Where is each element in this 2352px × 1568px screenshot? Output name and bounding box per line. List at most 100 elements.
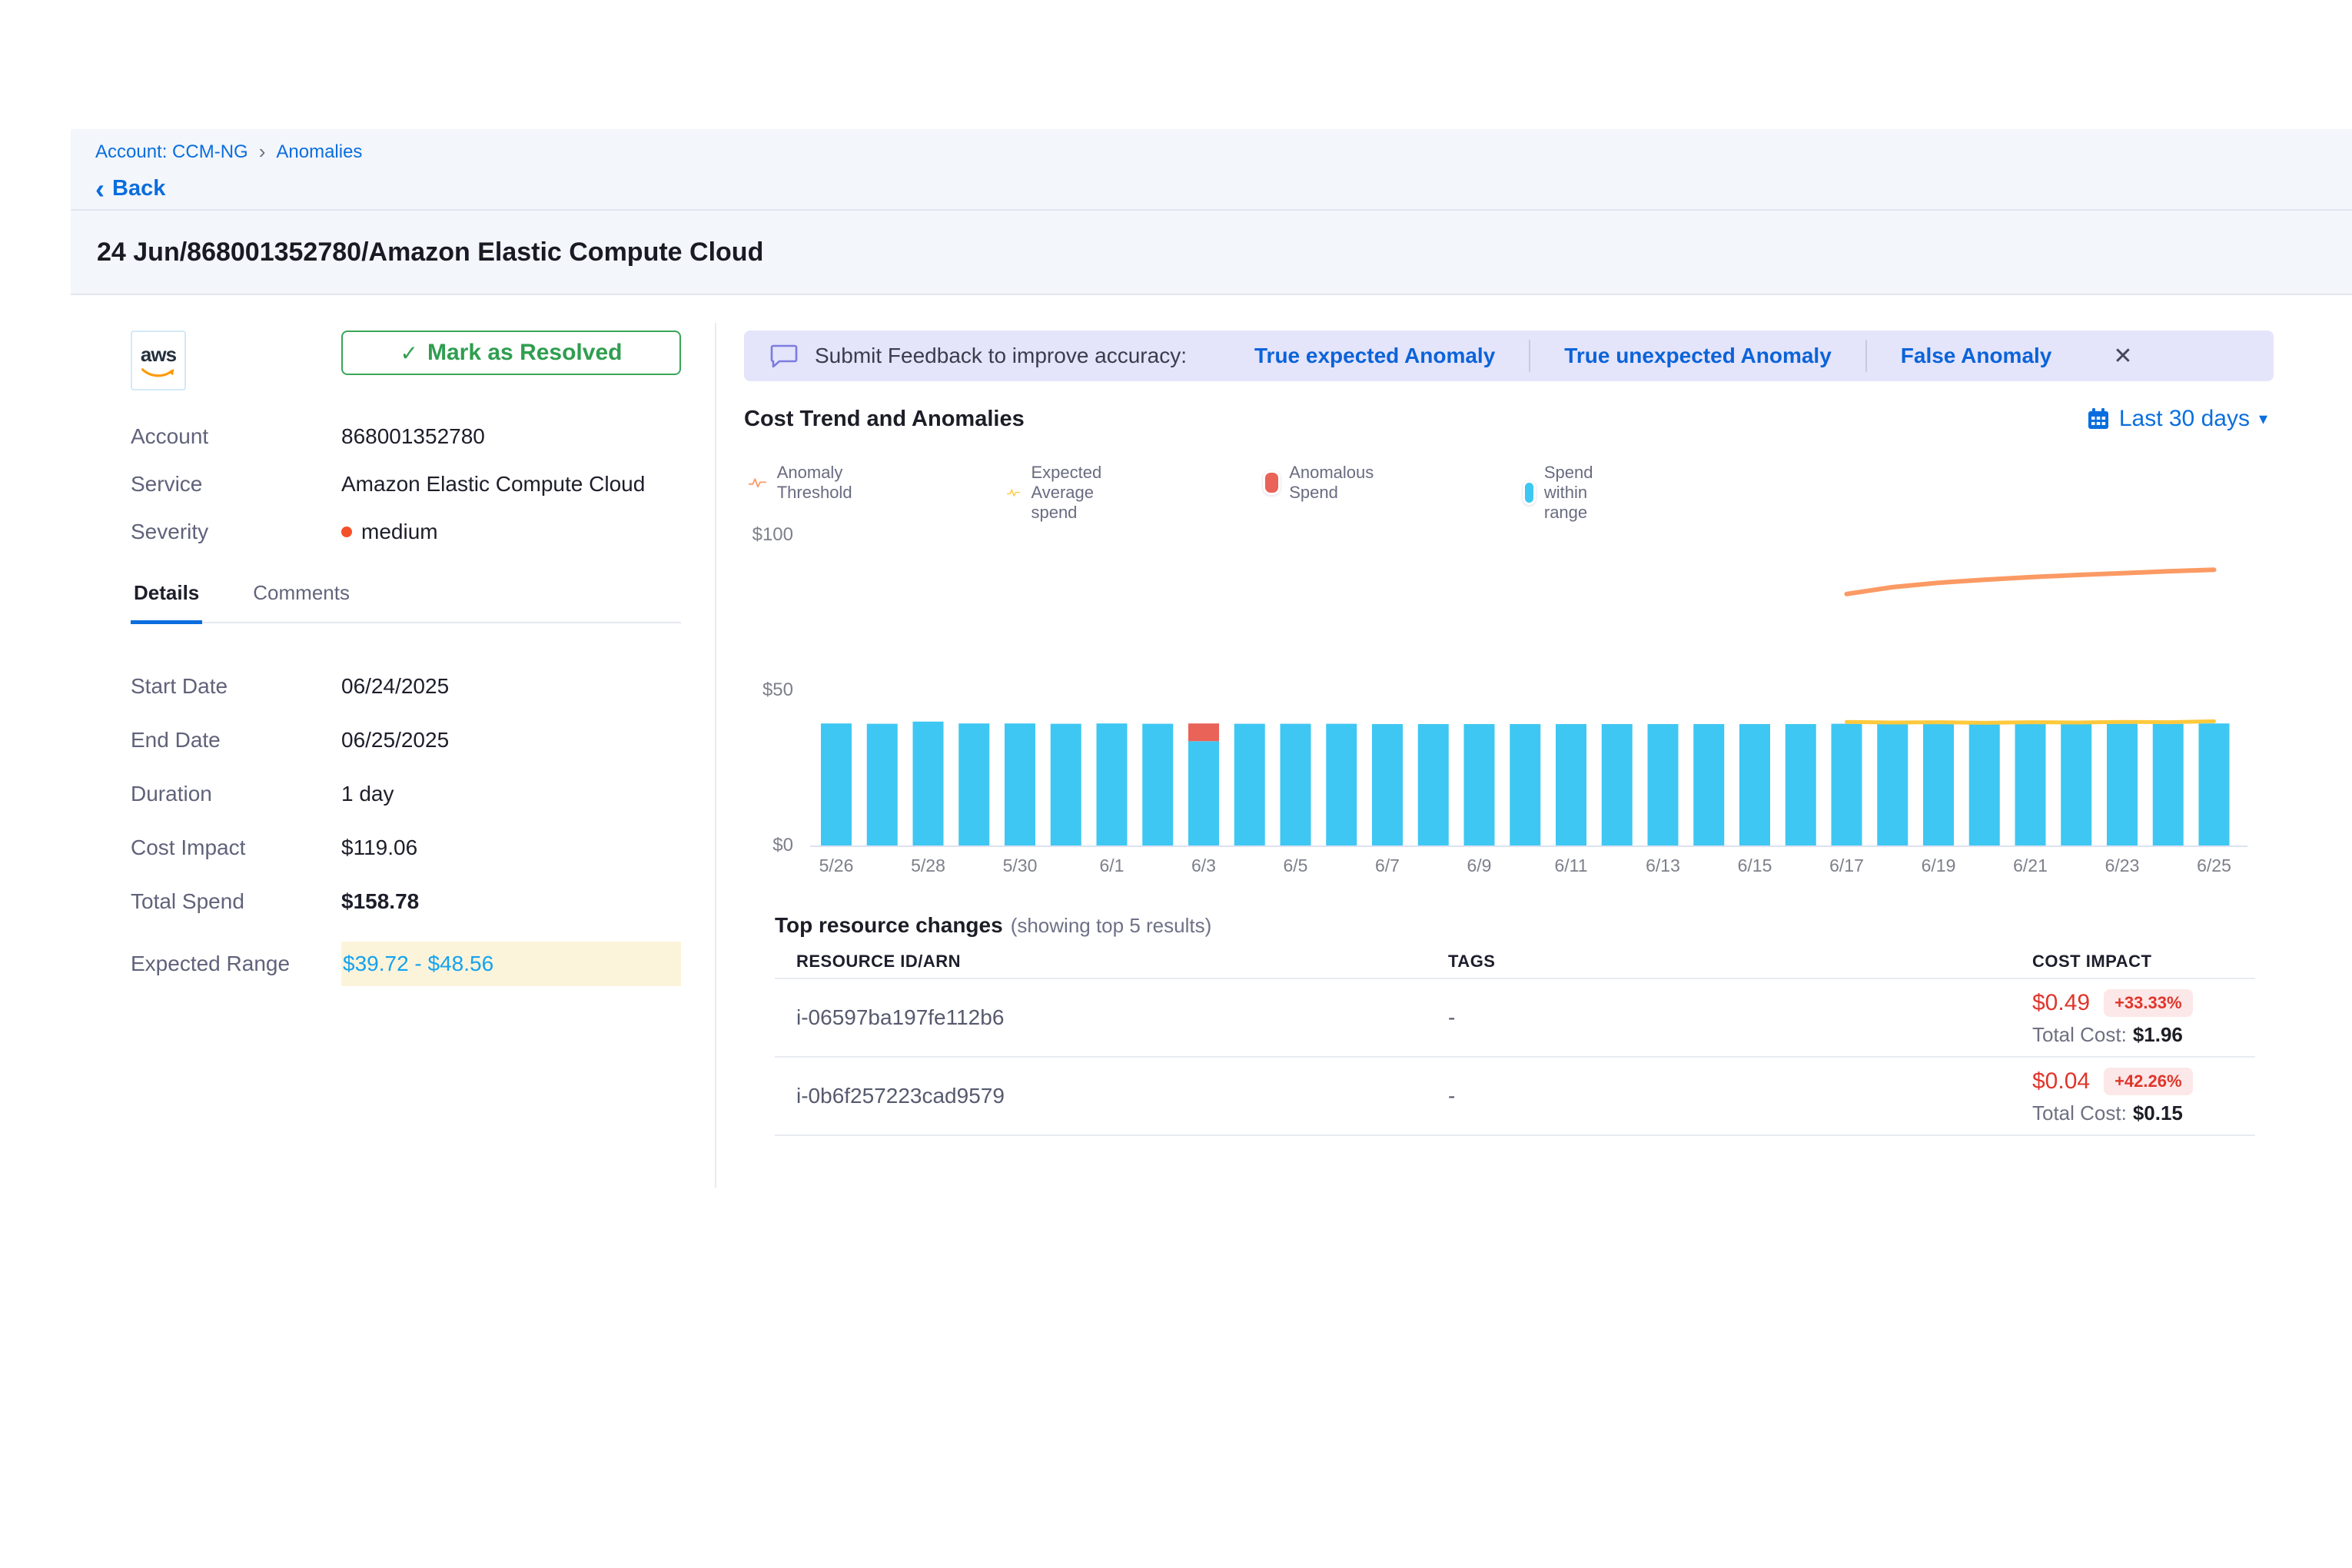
impact-value: $0.49 <box>2032 990 2090 1016</box>
resource-id: i-0b6f257223cad9579 <box>796 1084 1448 1108</box>
x-tick-6/13: 6/13 <box>1646 855 1680 875</box>
breadcrumb-chevron-icon: › <box>259 140 266 164</box>
bar-6/2[interactable] <box>1142 724 1173 845</box>
detail-expected-range: Expected Range $39.72 - $48.56 <box>131 942 681 986</box>
feedback-true-expected-button[interactable]: True expected Anomaly <box>1221 344 1529 368</box>
breadcrumb-account-link[interactable]: Account: CCM-NG <box>95 141 248 163</box>
resource-cost-impact: $0.04 +42.26% Total Cost:$0.15 <box>2032 1068 2255 1125</box>
table-bottom-divider <box>775 1134 2255 1136</box>
total-cost-value: $1.96 <box>2133 1023 2183 1046</box>
end-date-value: 06/25/2025 <box>341 728 449 752</box>
feedback-true-unexpected-button[interactable]: True unexpected Anomaly <box>1530 344 1865 368</box>
feedback-false-anomaly-button[interactable]: False Anomaly <box>1867 344 2086 368</box>
tab-details[interactable]: Details <box>131 581 202 624</box>
bar-6/8[interactable] <box>1418 724 1449 845</box>
pulse-line-icon <box>1007 483 1020 503</box>
bar-5/31[interactable] <box>1051 724 1081 845</box>
bar-6/5[interactable] <box>1281 724 1311 845</box>
bar-6/16[interactable] <box>1786 724 1816 845</box>
duration-value: 1 day <box>341 782 394 806</box>
bar-5/28[interactable] <box>913 722 944 845</box>
legend-expected-average[interactable]: Expected Average spend <box>1007 463 1118 523</box>
tab-comments[interactable]: Comments <box>250 581 353 622</box>
legend-label: Anomalous Spend <box>1289 463 1380 503</box>
field-severity-label: Severity <box>131 520 341 544</box>
start-date-label: Start Date <box>131 674 341 699</box>
bar-6/11[interactable] <box>1556 724 1586 845</box>
x-tick-5/26: 5/26 <box>819 855 854 875</box>
resource-cost-impact: $0.49 +33.33% Total Cost:$1.96 <box>2032 989 2255 1047</box>
bar-6/14[interactable] <box>1693 724 1724 845</box>
bar-6/12[interactable] <box>1602 724 1633 845</box>
anomaly-detail-main: Submit Feedback to improve accuracy: Tru… <box>744 331 2274 432</box>
total-spend-label: Total Spend <box>131 889 341 914</box>
pulse-line-icon <box>749 473 766 493</box>
x-tick-6/7: 6/7 <box>1375 855 1400 875</box>
y-tick-50: $50 <box>727 679 793 701</box>
bar-6/18[interactable] <box>1877 724 1908 845</box>
anomaly-bar-6/3[interactable] <box>1188 723 1219 741</box>
date-range-label: Last 30 days <box>2119 406 2250 432</box>
bar-6/9[interactable] <box>1464 724 1495 845</box>
bar-6/15[interactable] <box>1739 724 1770 845</box>
page-title: 24 Jun/868001352780/Amazon Elastic Compu… <box>71 211 2352 295</box>
x-tick-6/17: 6/17 <box>1829 855 1864 875</box>
bar-6/22[interactable] <box>2061 724 2091 845</box>
mark-as-resolved-button[interactable]: ✓ Mark as Resolved <box>341 331 681 375</box>
x-tick-6/3: 6/3 <box>1191 855 1216 875</box>
bar-6/3[interactable] <box>1188 741 1219 845</box>
bar-6/17[interactable] <box>1832 724 1862 845</box>
impact-value: $0.04 <box>2032 1068 2090 1095</box>
field-account: Account 868001352780 <box>131 424 681 449</box>
legend-anomaly-threshold[interactable]: Anomaly Threshold <box>749 463 864 503</box>
bar-6/4[interactable] <box>1234 724 1265 845</box>
page-header: Account: CCM-NG › Anomalies ‹ Back 24 Ju… <box>71 129 2352 295</box>
aws-logo: aws <box>131 331 186 390</box>
resources-subtitle: (showing top 5 results) <box>1011 914 1212 937</box>
breadcrumb-anomalies-link[interactable]: Anomalies <box>276 141 362 163</box>
y-tick-100: $100 <box>727 524 793 546</box>
date-range-selector[interactable]: Last 30 days ▾ <box>2087 406 2267 432</box>
calendar-icon <box>2087 407 2110 430</box>
bar-6/13[interactable] <box>1648 724 1679 845</box>
expected-range-label: Expected Range <box>131 952 341 976</box>
bar-6/24[interactable] <box>2153 724 2184 845</box>
end-date-label: End Date <box>131 728 341 752</box>
bar-6/20[interactable] <box>1969 724 2000 845</box>
cyan-square-icon <box>1525 483 1533 503</box>
resource-tags: - <box>1448 1005 2032 1030</box>
col-resource-id: RESOURCE ID/ARN <box>796 952 1448 972</box>
aws-logo-text: aws <box>141 343 176 367</box>
total-cost: Total Cost:$0.15 <box>2032 1101 2255 1125</box>
y-tick-0: $0 <box>727 835 793 856</box>
bar-6/19[interactable] <box>1923 724 1954 845</box>
legend-anomalous-spend[interactable]: Anomalous Spend <box>1265 463 1380 503</box>
resource-tags: - <box>1448 1084 2032 1108</box>
bar-6/10[interactable] <box>1510 724 1540 845</box>
x-tick-6/5: 6/5 <box>1284 855 1308 875</box>
total-cost-label: Total Cost: <box>2032 1101 2127 1125</box>
legend-spend-within-range[interactable]: Spend within range <box>1525 463 1605 523</box>
back-button[interactable]: ‹ Back <box>95 176 2352 201</box>
x-tick-5/28: 5/28 <box>911 855 945 875</box>
bar-6/21[interactable] <box>2015 724 2046 845</box>
x-tick-6/25: 6/25 <box>2197 855 2231 875</box>
bar-5/27[interactable] <box>867 724 898 845</box>
back-label: Back <box>112 176 165 201</box>
severity-value: medium <box>361 520 438 544</box>
cost-trend-chart: 5/265/285/306/16/36/56/76/96/116/136/156… <box>807 530 2252 880</box>
feedback-close-icon[interactable]: ✕ <box>2113 343 2132 370</box>
bar-5/30[interactable] <box>1005 723 1035 845</box>
field-service-label: Service <box>131 472 341 497</box>
bar-5/26[interactable] <box>821 723 852 845</box>
bar-6/7[interactable] <box>1372 724 1403 845</box>
bar-6/25[interactable] <box>2199 723 2230 845</box>
bar-6/6[interactable] <box>1326 724 1357 845</box>
bar-5/29[interactable] <box>958 723 989 845</box>
breadcrumb-band: Account: CCM-NG › Anomalies ‹ Back <box>71 129 2352 211</box>
x-tick-6/1: 6/1 <box>1100 855 1125 875</box>
bar-6/23[interactable] <box>2107 724 2138 845</box>
total-cost: Total Cost:$1.96 <box>2032 1023 2255 1047</box>
details-list: Start Date 06/24/2025 End Date 06/25/202… <box>131 673 681 986</box>
bar-6/1[interactable] <box>1097 723 1128 845</box>
